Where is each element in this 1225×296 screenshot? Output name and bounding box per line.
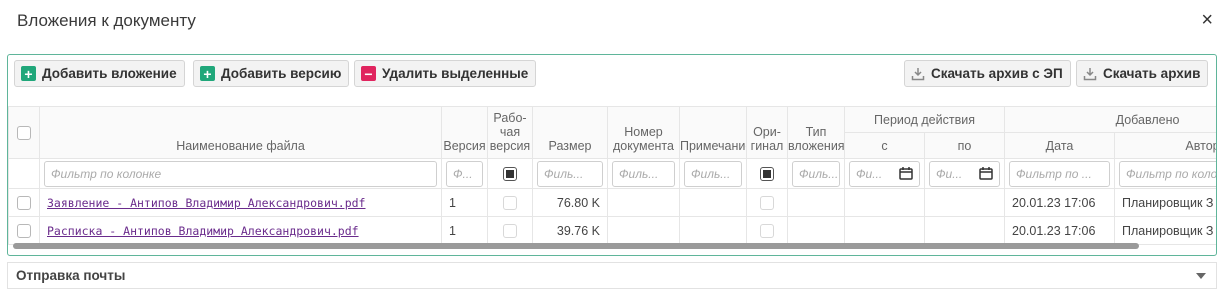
add-version-button[interactable]: + Добавить версию	[193, 60, 350, 87]
download-archive-label: Скачать архив	[1103, 66, 1201, 81]
version-cell: 1	[441, 216, 488, 245]
row-select-checkbox[interactable]	[17, 223, 31, 238]
download-icon	[911, 67, 925, 80]
doc-number-filter-input[interactable]: Филь...	[612, 160, 675, 187]
header-note[interactable]: Примечание	[679, 106, 747, 159]
header-added: Добавлено	[1004, 106, 1216, 133]
mail-section-title: Отправка почты	[16, 268, 126, 283]
header-size[interactable]: Размер	[532, 106, 608, 159]
row-select-checkbox[interactable]	[17, 195, 31, 210]
file-link[interactable]: Заявление - Антипов Владимир Александров…	[47, 196, 366, 210]
header-working-version[interactable]: Рабо- чая версия	[487, 106, 533, 159]
header-select-all[interactable]	[8, 106, 40, 159]
header-added-date[interactable]: Дата	[1004, 132, 1116, 159]
download-archive-ep-label: Скачать архив с ЭП	[931, 66, 1063, 81]
download-archive-ep-button[interactable]: Скачать архив с ЭП	[904, 60, 1071, 87]
plus-icon: +	[21, 66, 36, 81]
header-period: Период действия	[843, 106, 1006, 133]
size-filter-input[interactable]: Филь...	[537, 160, 603, 187]
header-working-line1: Рабо-	[493, 111, 527, 125]
size-cell: 76.80 K	[532, 188, 608, 217]
period-from-filter-input[interactable]: Фи...	[849, 160, 920, 187]
attachments-panel: + Добавить вложение + Добавить версию − …	[7, 54, 1217, 256]
author-cell: Планировщик З	[1114, 216, 1216, 245]
calendar-icon[interactable]	[979, 167, 993, 180]
file-link[interactable]: Расписка - Антипов Владимир Александрови…	[47, 224, 359, 238]
add-attachment-label: Добавить вложение	[42, 66, 177, 81]
header-type-line1: Тип	[805, 125, 827, 139]
header-original-line2: гинал	[750, 139, 784, 153]
attachments-table: Наименование файла Версия Рабо- чая верс…	[8, 106, 1216, 255]
header-doc-number-line2: документа	[613, 139, 674, 153]
header-doc-number[interactable]: Номер документа	[607, 106, 680, 159]
calendar-icon[interactable]	[899, 167, 913, 180]
header-original-line1: Ори-	[753, 125, 781, 139]
note-filter-input[interactable]: Филь...	[684, 160, 742, 187]
original-filter-checkbox[interactable]	[760, 166, 774, 181]
header-working-line2: чая	[499, 125, 521, 139]
original-checkbox[interactable]	[760, 195, 774, 210]
table-row[interactable]: Заявление - Антипов Владимир Александров…	[8, 188, 1216, 217]
download-archive-button[interactable]: Скачать архив	[1076, 60, 1209, 87]
header-type-line2: вложения	[788, 139, 845, 153]
doc-number-cell	[607, 188, 680, 217]
delete-selected-button[interactable]: − Удалить выделенные	[354, 60, 537, 87]
working-version-checkbox[interactable]	[503, 195, 517, 210]
delete-selected-label: Удалить выделенные	[382, 66, 529, 81]
minus-icon: −	[361, 66, 376, 81]
type-cell	[787, 188, 845, 217]
author-filter-input[interactable]: Фильтр по коло	[1119, 160, 1216, 187]
period-to-cell	[923, 188, 1006, 217]
mail-section-header[interactable]: Отправка почты	[7, 262, 1217, 289]
version-cell: 1	[441, 188, 488, 217]
note-cell	[679, 188, 747, 217]
working-version-filter-checkbox[interactable]	[503, 166, 517, 181]
note-cell	[679, 216, 747, 245]
add-attachment-button[interactable]: + Добавить вложение	[14, 60, 185, 87]
date-filter-input[interactable]: Фильтр по ...	[1009, 160, 1111, 187]
header-version[interactable]: Версия	[441, 106, 488, 159]
horizontal-scrollbar[interactable]	[13, 243, 1139, 249]
close-icon[interactable]: ×	[1201, 10, 1213, 30]
period-from-cell	[844, 216, 925, 245]
type-filter-input[interactable]: Филь...	[792, 160, 840, 187]
header-doc-number-line1: Номер	[624, 125, 663, 139]
header-added-author[interactable]: Автор	[1114, 132, 1216, 159]
period-from-cell	[844, 188, 925, 217]
date-cell: 20.01.23 17:06	[1004, 188, 1116, 217]
dialog-title: Вложения к документу	[17, 11, 196, 30]
download-icon	[1083, 67, 1097, 80]
filter-row: Фильтр по колонке Ф... Филь... Филь... Ф…	[8, 158, 1216, 189]
header-original[interactable]: Ори- гинал	[746, 106, 788, 159]
working-version-checkbox[interactable]	[503, 223, 517, 238]
header-filename[interactable]: Наименование файла	[39, 106, 442, 159]
toolbar: + Добавить вложение + Добавить версию − …	[8, 55, 1216, 95]
chevron-down-icon[interactable]	[1196, 273, 1206, 279]
plus-icon: +	[200, 66, 215, 81]
author-cell: Планировщик З	[1114, 188, 1216, 217]
type-cell	[787, 216, 845, 245]
add-version-label: Добавить версию	[221, 66, 342, 81]
period-to-cell	[923, 216, 1006, 245]
original-checkbox[interactable]	[760, 223, 774, 238]
filename-filter-input[interactable]: Фильтр по колонке	[44, 160, 437, 187]
header-working-line3: версия	[489, 139, 531, 153]
header-attachment-type[interactable]: Тип вложения	[787, 106, 845, 159]
table-row[interactable]: Расписка - Антипов Владимир Александрови…	[8, 216, 1216, 245]
version-filter-input[interactable]: Ф...	[446, 160, 483, 187]
header-period-to[interactable]: по	[923, 132, 1006, 159]
doc-number-cell	[607, 216, 680, 245]
period-from-filter-text: Фи...	[856, 166, 883, 181]
period-to-filter-text: Фи...	[936, 166, 963, 181]
header-period-from[interactable]: с	[844, 132, 925, 159]
select-all-checkbox[interactable]	[17, 125, 31, 140]
size-cell: 39.76 K	[532, 216, 608, 245]
period-to-filter-input[interactable]: Фи...	[929, 160, 1001, 187]
date-cell: 20.01.23 17:06	[1004, 216, 1116, 245]
